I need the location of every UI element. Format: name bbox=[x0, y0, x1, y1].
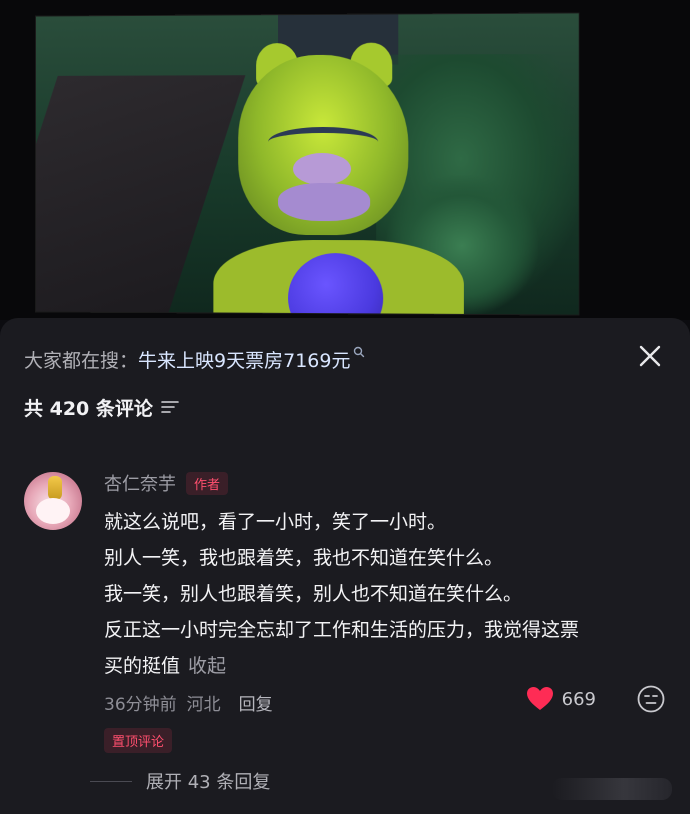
emoji-reaction-button[interactable] bbox=[636, 684, 666, 714]
expand-replies-label: 展开 43 条回复 bbox=[146, 772, 271, 793]
like-count: 669 bbox=[561, 688, 596, 710]
avatar-tiara-shape bbox=[48, 476, 62, 500]
emoji-face-icon bbox=[637, 685, 665, 713]
movie-screen-image bbox=[35, 12, 580, 316]
cartoon-leopard-character bbox=[213, 42, 464, 316]
comment-line: 我一笑，别人也跟着笑，别人也不知道在笑什么。 bbox=[104, 583, 523, 605]
comment-time: 36分钟前 bbox=[104, 694, 177, 715]
expand-divider bbox=[90, 780, 132, 782]
sort-icon[interactable] bbox=[161, 399, 179, 415]
comment-line: 买的挺值 bbox=[104, 655, 181, 677]
character-lower-lip bbox=[278, 182, 371, 222]
comment-count-header: 共 420 条评论 bbox=[24, 392, 179, 422]
trending-search-prefix: 大家都在搜： bbox=[24, 349, 139, 372]
comment-line: 别人一笑，我也跟着笑，我也不知道在笑什么。 bbox=[104, 547, 504, 569]
trending-search-query[interactable]: 牛来上映9天票房7169元 bbox=[138, 346, 350, 373]
heart-icon bbox=[526, 687, 553, 710]
search-icon bbox=[353, 346, 365, 361]
pinned-comment-tag: 置顶评论 bbox=[104, 728, 173, 753]
author-row: 杏仁奈芋 作者 bbox=[104, 468, 666, 498]
watermark bbox=[552, 778, 672, 800]
comment-count-label: 共 420 条评论 bbox=[24, 397, 153, 420]
comment-line: 就这么说吧，看了一小时，笑了一小时。 bbox=[104, 511, 447, 533]
avatar[interactable] bbox=[24, 472, 82, 530]
video-frame[interactable] bbox=[0, 0, 690, 320]
comment-line: 反正这一小时完全忘却了工作和生活的压力，我觉得这票 bbox=[104, 619, 580, 641]
comment-meta-row: 36分钟前 河北 回复 669 bbox=[104, 684, 666, 720]
close-button[interactable] bbox=[634, 340, 666, 372]
app-root: 大家都在搜： 牛来上映9天票房7169元 共 420 条评论 杏仁奈芋 作者 就… bbox=[0, 0, 690, 814]
comment-body: 杏仁奈芋 作者 就这么说吧，看了一小时，笑了一小时。 别人一笑，我也跟着笑，我也… bbox=[104, 468, 666, 753]
trending-search-link[interactable]: 大家都在搜： 牛来上映9天票房7169元 bbox=[24, 345, 620, 373]
author-badge: 作者 bbox=[186, 471, 229, 495]
close-icon bbox=[639, 345, 661, 367]
expand-replies-button[interactable]: 展开 43 条回复 bbox=[90, 768, 270, 794]
comment-panel: 大家都在搜： 牛来上映9天票房7169元 共 420 条评论 杏仁奈芋 作者 就… bbox=[0, 318, 690, 814]
comment-last-line-wrap: 买的挺值 收起 bbox=[104, 648, 666, 684]
author-name[interactable]: 杏仁奈芋 bbox=[104, 470, 176, 496]
comment-location: 河北 bbox=[186, 694, 221, 715]
reply-button[interactable]: 回复 bbox=[239, 690, 273, 715]
comment-text: 就这么说吧，看了一小时，笑了一小时。 别人一笑，我也跟着笑，我也不知道在笑什么。… bbox=[104, 504, 666, 684]
character-upper-lip bbox=[293, 152, 352, 186]
like-button[interactable]: 669 bbox=[526, 686, 596, 712]
collapse-link[interactable]: 收起 bbox=[188, 655, 226, 677]
avatar-face-shape bbox=[36, 498, 70, 524]
